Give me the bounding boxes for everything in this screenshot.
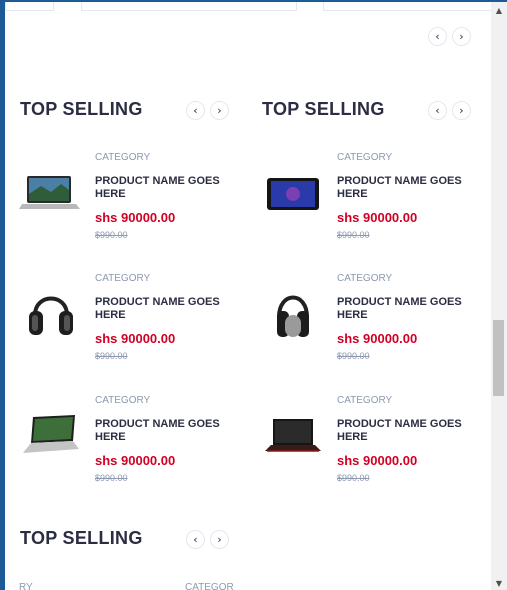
headphones-icon bbox=[29, 296, 73, 335]
product-old-price: $990.00 bbox=[337, 351, 370, 361]
product-category[interactable]: CATEGORY bbox=[337, 152, 392, 163]
product-category[interactable]: CATEGORY bbox=[95, 152, 150, 163]
product-name[interactable]: PRODUCT NAME GOES HERE bbox=[95, 175, 235, 201]
section-prev-button[interactable]: ‹ bbox=[186, 530, 205, 549]
product-name[interactable]: PRODUCT NAME GOES HERE bbox=[95, 418, 235, 444]
product-name[interactable]: PRODUCT NAME GOES HERE bbox=[95, 296, 235, 322]
product-name[interactable]: PRODUCT NAME GOES HERE bbox=[337, 418, 477, 444]
chevron-right-icon: › bbox=[459, 104, 464, 117]
chevron-left-icon: ‹ bbox=[435, 104, 440, 117]
product-widget[interactable]: CATEGORY PRODUCT NAME GOES HERE shs 9000… bbox=[19, 273, 239, 373]
product-price: shs 90000.00 bbox=[337, 453, 418, 468]
laptop-icon bbox=[265, 419, 321, 452]
carousel-prev-button[interactable]: ‹ bbox=[428, 27, 447, 46]
section-title: TOP SELLING bbox=[20, 528, 143, 548]
product-price: shs 90000.00 bbox=[337, 210, 418, 225]
product-old-price: $990.00 bbox=[337, 473, 370, 483]
section-prev-button[interactable]: ‹ bbox=[186, 101, 205, 120]
product-price: shs 90000.00 bbox=[95, 331, 176, 346]
product-category[interactable]: CATEGORY bbox=[95, 273, 150, 284]
product-old-price: $990.00 bbox=[95, 351, 128, 361]
chevron-right-icon: › bbox=[459, 30, 464, 43]
laptop-icon bbox=[19, 176, 80, 209]
laptop-icon bbox=[23, 415, 79, 453]
product-price: shs 90000.00 bbox=[337, 331, 418, 346]
tablet-icon bbox=[267, 178, 319, 210]
product-old-price: $990.00 bbox=[337, 230, 370, 240]
partial-field-3[interactable] bbox=[323, 2, 491, 11]
scroll-down-icon[interactable]: ▼ bbox=[491, 576, 507, 590]
product-widget[interactable]: CATEGORY PRODUCT NAME GOES HERE shs 9000… bbox=[261, 395, 481, 495]
vertical-scrollbar[interactable]: ▲ ▼ bbox=[491, 2, 507, 590]
product-name[interactable]: PRODUCT NAME GOES HERE bbox=[337, 296, 477, 322]
section-next-button[interactable]: › bbox=[210, 530, 229, 549]
product-category[interactable]: CATEGORY bbox=[95, 395, 150, 406]
chevron-left-icon: ‹ bbox=[193, 104, 198, 117]
scroll-up-icon[interactable]: ▲ bbox=[491, 2, 507, 18]
partial-field-1[interactable] bbox=[5, 2, 54, 11]
product-old-price: $990.00 bbox=[95, 230, 128, 240]
product-category[interactable]: CATEGOR bbox=[185, 582, 234, 590]
product-category[interactable]: CATEGORY bbox=[337, 395, 392, 406]
section-prev-button[interactable]: ‹ bbox=[428, 101, 447, 120]
product-widget[interactable]: CATEGORY PRODUCT NAME GOES HERE shs 9000… bbox=[19, 152, 239, 252]
product-widget[interactable]: CATEGORY PRODUCT NAME GOES HERE shs 9000… bbox=[261, 273, 481, 373]
product-old-price: $990.00 bbox=[95, 473, 128, 483]
product-category[interactable]: CATEGORY bbox=[337, 273, 392, 284]
section-title: TOP SELLING bbox=[20, 99, 143, 119]
headphones-icon bbox=[277, 295, 309, 337]
chevron-right-icon: › bbox=[217, 533, 222, 546]
store-page: ‹ › TOP SELLING ‹ › TOP SELLING ‹ › CATE… bbox=[5, 2, 491, 590]
product-name[interactable]: PRODUCT NAME GOES HERE bbox=[337, 175, 477, 201]
partial-field-2[interactable] bbox=[81, 2, 297, 11]
chevron-left-icon: ‹ bbox=[435, 30, 440, 43]
product-widget[interactable]: CATEGORY PRODUCT NAME GOES HERE shs 9000… bbox=[19, 395, 239, 495]
product-price: shs 90000.00 bbox=[95, 453, 176, 468]
scrollbar-thumb[interactable] bbox=[493, 320, 504, 396]
chevron-right-icon: › bbox=[217, 104, 222, 117]
section-next-button[interactable]: › bbox=[210, 101, 229, 120]
section-next-button[interactable]: › bbox=[452, 101, 471, 120]
carousel-next-button[interactable]: › bbox=[452, 27, 471, 46]
chevron-left-icon: ‹ bbox=[193, 533, 198, 546]
product-category[interactable]: RY bbox=[19, 582, 33, 590]
product-price: shs 90000.00 bbox=[95, 210, 176, 225]
product-widget[interactable]: CATEGORY PRODUCT NAME GOES HERE shs 9000… bbox=[261, 152, 481, 252]
section-title: TOP SELLING bbox=[262, 99, 385, 119]
